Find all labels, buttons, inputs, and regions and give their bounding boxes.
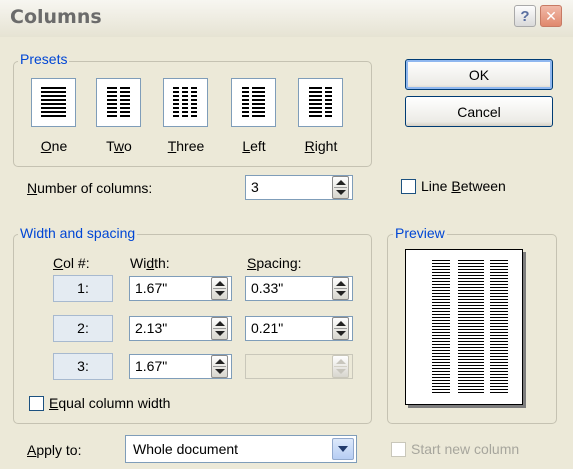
spin-up-icon [215, 359, 225, 364]
apply-to-select[interactable]: Whole document [125, 435, 357, 463]
preset-two-button[interactable] [96, 78, 141, 127]
spin-down-icon [336, 190, 346, 195]
presets-legend: Presets [18, 51, 70, 67]
column-3-width-spinner[interactable] [211, 355, 228, 378]
line-between-label: Line Between [421, 178, 506, 194]
column-1-spacing-spinner[interactable] [332, 277, 349, 300]
preview-page [405, 249, 523, 405]
spin-down-icon [336, 331, 346, 336]
apply-to-dropdown-button[interactable] [332, 438, 354, 460]
three-columns-icon [173, 87, 197, 117]
apply-to-label: Apply to: [27, 442, 82, 458]
number-of-columns-label: Number of columns: [27, 180, 153, 196]
chevron-down-icon [338, 446, 348, 452]
ok-button[interactable]: OK [405, 59, 553, 90]
column-2-width-spinner[interactable] [211, 317, 228, 340]
columns-dialog: Columns ? ✕ Presets One Two Three Left R… [0, 0, 573, 469]
right-column-icon [309, 87, 332, 117]
spin-up-icon [336, 359, 346, 364]
preset-three-button[interactable] [163, 78, 208, 127]
equal-column-width-checkbox[interactable] [29, 396, 44, 411]
cancel-button[interactable]: Cancel [405, 96, 553, 127]
line-between-checkbox[interactable] [401, 179, 416, 194]
preview-column-1 [432, 260, 450, 394]
spin-up-icon [336, 321, 346, 326]
preset-right-label: Right [304, 138, 338, 154]
close-button[interactable]: ✕ [540, 5, 562, 27]
column-2-spacing-spinner[interactable] [332, 317, 349, 340]
column-3-spacing-spinner [332, 355, 349, 378]
preset-three-label: Three [167, 138, 205, 154]
preset-right-button[interactable] [298, 78, 343, 127]
column-2-number: 2: [53, 315, 113, 342]
help-button[interactable]: ? [514, 5, 536, 27]
width-header: Width: [130, 255, 170, 271]
spin-down-icon [336, 369, 346, 374]
help-icon: ? [520, 7, 530, 25]
preset-one-button[interactable] [31, 78, 76, 127]
start-new-column-label: Start new column [411, 441, 520, 457]
number-of-columns-spinner[interactable] [332, 176, 349, 199]
dialog-title: Columns [10, 6, 102, 28]
preview-column-2 [458, 260, 484, 394]
spin-down-icon [215, 369, 225, 374]
preset-left-button[interactable] [231, 78, 276, 127]
spin-up-icon [215, 281, 225, 286]
title-bar[interactable]: Columns ? ✕ [0, 0, 573, 37]
spin-down-icon [215, 331, 225, 336]
start-new-column-checkbox [391, 442, 406, 457]
equal-column-width-label: Equal column width [49, 395, 171, 411]
width-spacing-legend: Width and spacing [18, 225, 138, 241]
two-columns-icon [107, 87, 130, 117]
preset-two-label: Two [106, 138, 132, 154]
close-icon: ✕ [545, 7, 557, 24]
spin-up-icon [336, 180, 346, 185]
spin-up-icon [215, 321, 225, 326]
preview-column-3 [490, 260, 508, 394]
spin-up-icon [336, 281, 346, 286]
spacing-header: Spacing: [247, 255, 302, 271]
column-1-number: 1: [53, 275, 113, 302]
column-3-number: 3: [53, 353, 113, 380]
one-column-icon [41, 87, 66, 117]
spin-down-icon [215, 291, 225, 296]
column-1-width-spinner[interactable] [211, 277, 228, 300]
preview-legend: Preview [393, 225, 447, 241]
preset-left-label: Left [242, 138, 266, 154]
spin-down-icon [336, 291, 346, 296]
col-number-header: Col #: [53, 255, 90, 271]
preset-one-label: One [40, 138, 68, 154]
left-column-icon [242, 87, 265, 117]
